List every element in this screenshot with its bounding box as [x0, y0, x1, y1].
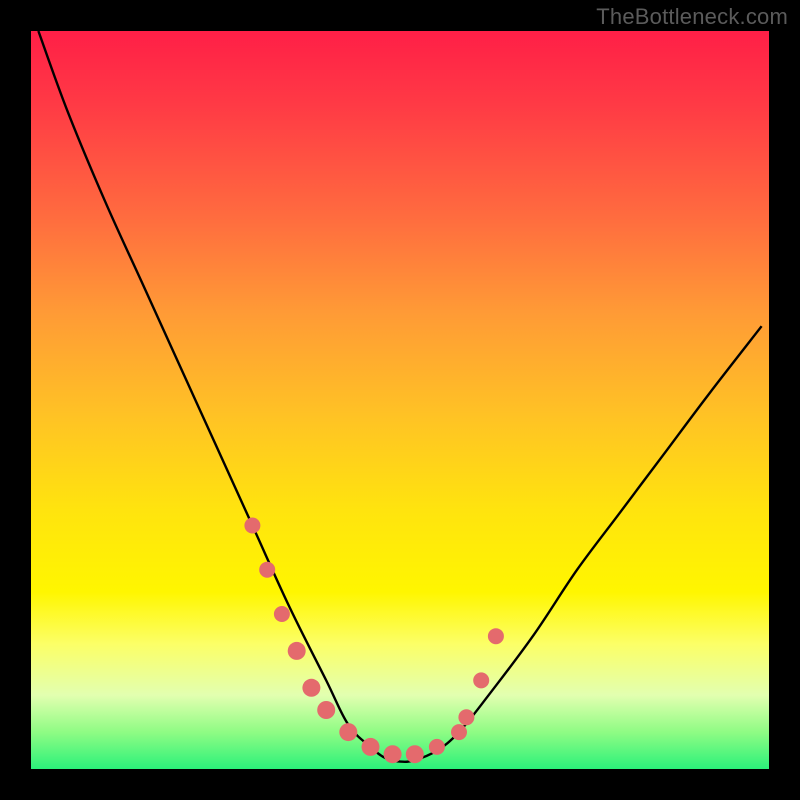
marker-dot: [244, 518, 260, 534]
marker-dot: [302, 679, 320, 697]
marker-dot: [488, 628, 504, 644]
bottleneck-curve: [38, 31, 761, 762]
marker-dot: [384, 745, 402, 763]
marker-dot: [259, 562, 275, 578]
marker-dot: [451, 724, 467, 740]
marker-dot: [458, 709, 474, 725]
marker-dot: [317, 701, 335, 719]
marker-dot: [274, 606, 290, 622]
chart-frame: TheBottleneck.com: [0, 0, 800, 800]
marker-dot: [288, 642, 306, 660]
marker-dot: [362, 738, 380, 756]
marker-dot: [406, 745, 424, 763]
marker-dot: [339, 723, 357, 741]
plot-area: [31, 31, 769, 769]
marker-dot: [429, 739, 445, 755]
chart-svg: [31, 31, 769, 769]
watermark-text: TheBottleneck.com: [596, 4, 788, 30]
marker-dot: [473, 672, 489, 688]
